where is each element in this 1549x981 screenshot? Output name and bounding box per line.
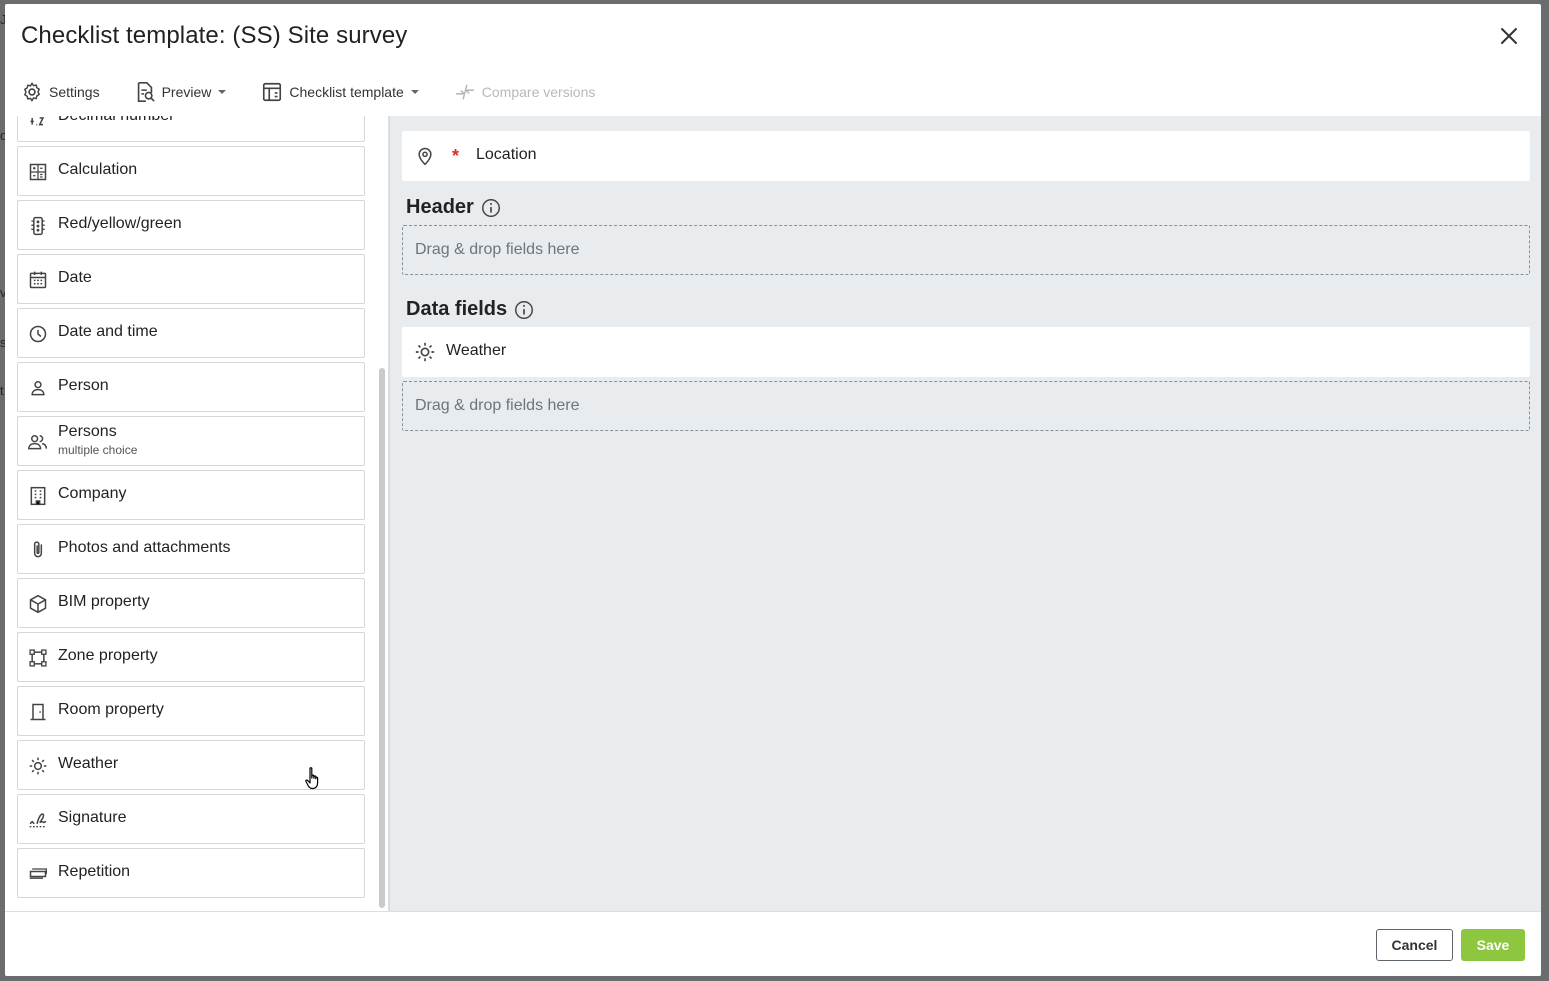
palette-item-label: Date and time xyxy=(58,323,158,340)
preview-icon xyxy=(137,82,155,102)
palette-item-person[interactable]: Person xyxy=(17,362,365,412)
dialog-header: Checklist template: (SS) Site survey xyxy=(5,4,1541,68)
dialog-toolbar: Settings Preview Checklist template Comp… xyxy=(5,74,1541,110)
palette-item-persons[interactable]: Persons multiple choice xyxy=(17,416,365,466)
preview-label: Preview xyxy=(161,84,212,100)
settings-label: Settings xyxy=(49,84,100,100)
palette-item-label: Decimal number xyxy=(58,116,174,125)
building-icon xyxy=(27,485,49,507)
preview-dropdown[interactable]: Preview xyxy=(134,74,228,110)
palette-item-label: Persons xyxy=(58,423,117,440)
signature-icon xyxy=(27,809,49,831)
calculator-icon xyxy=(27,161,49,183)
door-icon xyxy=(27,701,49,723)
info-icon[interactable] xyxy=(480,197,502,219)
close-icon xyxy=(1501,28,1517,44)
weather-label: Weather xyxy=(446,342,507,359)
data-fields-dropzone[interactable]: Drag & drop fields here xyxy=(402,381,1530,431)
palette-item-label: Repetition xyxy=(58,863,131,880)
paperclip-icon xyxy=(27,539,49,561)
palette-item-label: Red/yellow/green xyxy=(58,215,182,232)
sun-icon xyxy=(414,341,436,363)
palette-item-sublabel: multiple choice xyxy=(58,443,138,457)
palette-item-signature[interactable]: Signature xyxy=(17,794,365,844)
palette-item-label: Signature xyxy=(58,809,127,826)
palette-item-red-yellow-green[interactable]: Red/yellow/green xyxy=(17,200,365,250)
persons-icon xyxy=(27,431,49,453)
weather-field[interactable]: Weather xyxy=(402,327,1530,377)
clock-icon xyxy=(27,323,49,345)
palette-item-date-and-time[interactable]: Date and time xyxy=(17,308,365,358)
cube-icon xyxy=(27,593,49,615)
cancel-button[interactable]: Cancel xyxy=(1376,929,1453,961)
palette-item-date[interactable]: Date xyxy=(17,254,365,304)
palette-item-label: Zone property xyxy=(58,647,158,664)
required-asterisk: * xyxy=(452,146,460,166)
checklist-template-dialog: Checklist template: (SS) Site survey Set… xyxy=(5,4,1541,976)
data-fields-section-title: Data fields xyxy=(406,298,535,321)
decimal-icon xyxy=(27,116,49,129)
palette-item-photos-and-attachments[interactable]: Photos and attachments xyxy=(17,524,365,574)
location-label: Location xyxy=(476,146,537,163)
palette-item-repetition[interactable]: Repetition xyxy=(17,848,365,898)
palette-item-bim-property[interactable]: BIM property xyxy=(17,578,365,628)
palette-item-room-property[interactable]: Room property xyxy=(17,686,365,736)
palette-item-label: Calculation xyxy=(58,161,138,178)
palette-item-label: Date xyxy=(58,269,92,286)
data-fields-title-text: Data fields xyxy=(406,298,508,320)
sun-icon xyxy=(27,755,49,777)
dialog-footer: Cancel Save xyxy=(5,911,1541,976)
close-button[interactable] xyxy=(1497,24,1521,48)
repetition-icon xyxy=(27,863,49,885)
template-canvas: * Location Header Drag & drop fields her… xyxy=(389,116,1541,911)
palette-item-label: Photos and attachments xyxy=(58,539,231,556)
compare-icon xyxy=(455,84,474,100)
header-dropzone[interactable]: Drag & drop fields here xyxy=(402,225,1530,275)
traffic-light-icon xyxy=(27,215,49,237)
chevron-down-icon xyxy=(218,90,227,94)
field-palette[interactable]: Decimal number Calculation Red/yellow/gr… xyxy=(5,116,389,911)
palette-item-calculation[interactable]: Calculation xyxy=(17,146,365,196)
location-field[interactable]: * Location xyxy=(402,131,1530,181)
palette-item-zone-property[interactable]: Zone property xyxy=(17,632,365,682)
palette-item-decimal-number[interactable]: Decimal number xyxy=(17,116,365,142)
save-button[interactable]: Save xyxy=(1461,929,1525,961)
info-icon[interactable] xyxy=(513,299,535,321)
palette-item-label: Person xyxy=(58,377,109,394)
location-pin-icon xyxy=(414,145,436,167)
zone-icon xyxy=(27,647,49,669)
person-icon xyxy=(27,377,49,399)
dialog-title: Checklist template: (SS) Site survey xyxy=(21,22,408,49)
palette-item-label: Room property xyxy=(58,701,164,718)
compare-versions-button[interactable]: Compare versions xyxy=(454,74,596,110)
palette-scrollbar[interactable] xyxy=(379,368,385,908)
chevron-down-icon xyxy=(410,90,419,94)
compare-versions-label: Compare versions xyxy=(481,84,596,100)
calendar-icon xyxy=(27,269,49,291)
palette-item-label: Company xyxy=(58,485,127,502)
checklist-template-label: Checklist template xyxy=(289,84,404,100)
palette-item-label: Weather xyxy=(58,755,119,772)
gear-icon xyxy=(24,82,40,102)
settings-button[interactable]: Settings xyxy=(21,74,100,110)
template-icon xyxy=(263,82,282,102)
palette-item-company[interactable]: Company xyxy=(17,470,365,520)
header-section-title: Header xyxy=(406,196,502,219)
checklist-template-dropdown[interactable]: Checklist template xyxy=(261,74,419,110)
hand-cursor-icon xyxy=(305,767,319,790)
palette-item-label: BIM property xyxy=(58,593,150,610)
header-title-text: Header xyxy=(406,196,474,218)
